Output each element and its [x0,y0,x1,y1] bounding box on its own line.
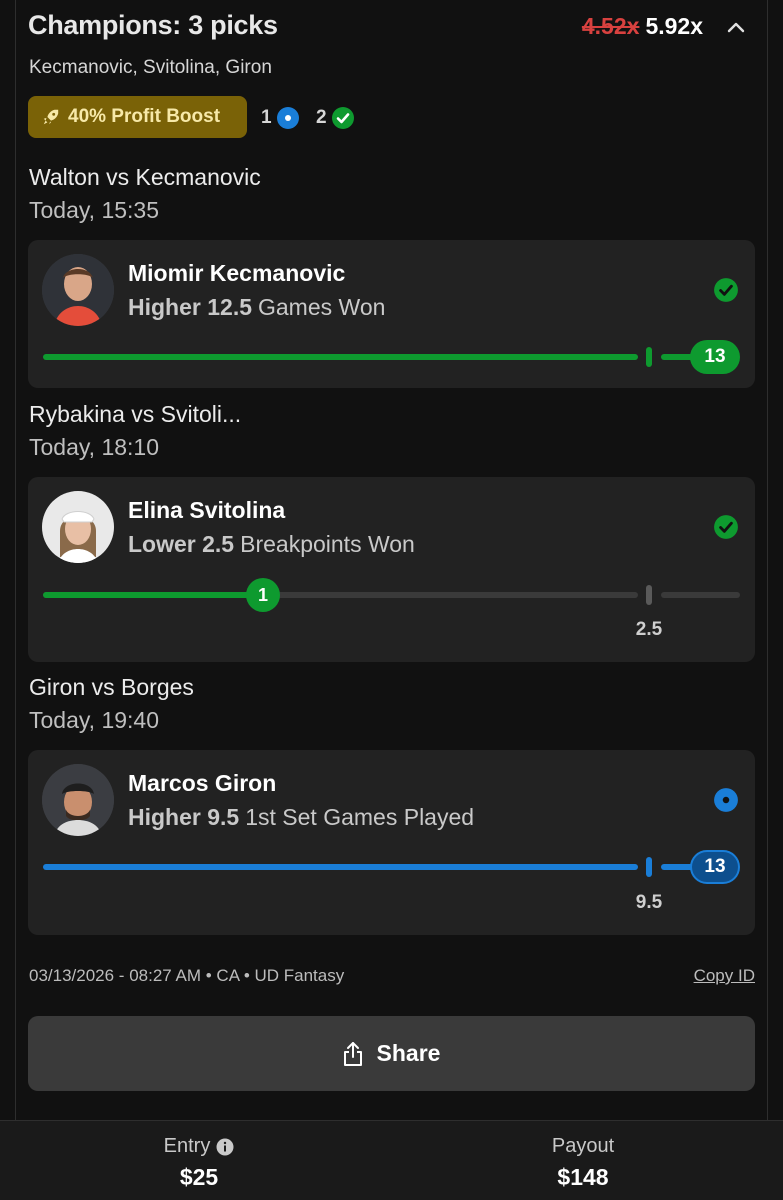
picked-players: Kecmanovic, Svitolina, Giron [29,57,272,78]
check-circle-icon [714,278,738,302]
line-label: 9.5 [635,892,663,913]
player-avatar [42,491,114,563]
player-name: Elina Svitolina [128,497,286,523]
match-title: Walton vs Kecmanovic [29,164,261,190]
payout-label: Payout [551,1135,615,1157]
pick-line: Higher 12.5 Games Won [128,294,385,321]
check-circle-icon [331,107,354,129]
match-title: Giron vs Borges [29,674,194,700]
entry-summary: Entry $25 [99,1135,299,1191]
bottom-summary-bar: Entry $25 Payout $148 [0,1120,783,1200]
player-avatar [42,764,114,836]
result-pill: 13 [690,340,740,374]
share-label: Share [376,1040,441,1066]
payout-value: $148 [557,1164,609,1190]
player-name: Miomir Kecmanovic [128,260,346,286]
entry-label: Entry [163,1135,211,1157]
multiplier: 4.52x 5.92x [582,13,703,40]
pending-icon [276,107,299,129]
pick-card[interactable]: Miomir Kecmanovic Higher 12.5 Games Won 1… [28,240,755,388]
copy-id-link[interactable]: Copy ID [694,966,755,986]
progress-track [43,864,638,870]
progress-track [43,354,638,360]
pick-direction: Higher 12.5 [128,294,252,320]
check-circle-icon [714,515,738,539]
pending-count-value: 1 [261,107,272,128]
pick-stat: Breakpoints Won [240,531,415,557]
line-marker [646,857,652,877]
match-time: Today, 19:40 [29,707,160,733]
pick-card[interactable]: Marcos Giron Higher 9.5 1st Set Games Pla… [28,750,755,935]
entry-label-row: Entry [99,1135,299,1158]
result-pill: 13 [690,850,740,884]
player-avatar [42,254,114,326]
entry-title: Champions: 3 picks [28,10,278,40]
info-icon[interactable] [216,1138,234,1156]
entry-value: $25 [179,1164,219,1190]
entry-meta: 03/13/2026 - 08:27 AM • CA • UD Fantasy [29,966,345,985]
match-title: Rybakina vs Svitoli... [29,401,242,427]
chevron-up-icon[interactable] [726,17,746,37]
rocket-icon [43,109,59,125]
match-time: Today, 18:10 [29,434,160,460]
pick-stat: 1st Set Games Played [245,804,475,830]
pick-line: Higher 9.5 1st Set Games Played [128,804,474,831]
line-marker [646,347,652,367]
profit-boost-label: 40% Profit Boost [68,106,221,127]
payout-summary: Payout $148 [483,1135,683,1191]
pick-stat: Games Won [258,294,386,320]
pick-direction: Higher 9.5 [128,804,240,830]
pick-direction: Lower 2.5 [128,531,235,557]
won-count: 2 [316,106,355,130]
pick-card[interactable]: Elina Svitolina Lower 2.5 Breakpoints Won… [28,477,755,662]
progress-track-tail [661,592,740,598]
won-count-value: 2 [316,107,327,128]
share-button[interactable]: Share [28,1016,755,1091]
pending-count: 1 [261,106,300,130]
line-label: 2.5 [635,619,663,640]
share-icon [343,1041,362,1066]
profit-boost-badge: 40% Profit Boost [28,96,247,138]
result-dot: 1 [246,578,280,612]
old-multiplier: 4.52x [581,13,640,39]
line-marker [646,585,652,605]
progress-track [43,592,263,598]
match-time: Today, 15:35 [29,197,160,223]
pending-icon [714,788,738,812]
player-name: Marcos Giron [128,770,277,796]
boosted-multiplier: 5.92x [645,13,703,39]
pick-line: Lower 2.5 Breakpoints Won [128,531,415,558]
